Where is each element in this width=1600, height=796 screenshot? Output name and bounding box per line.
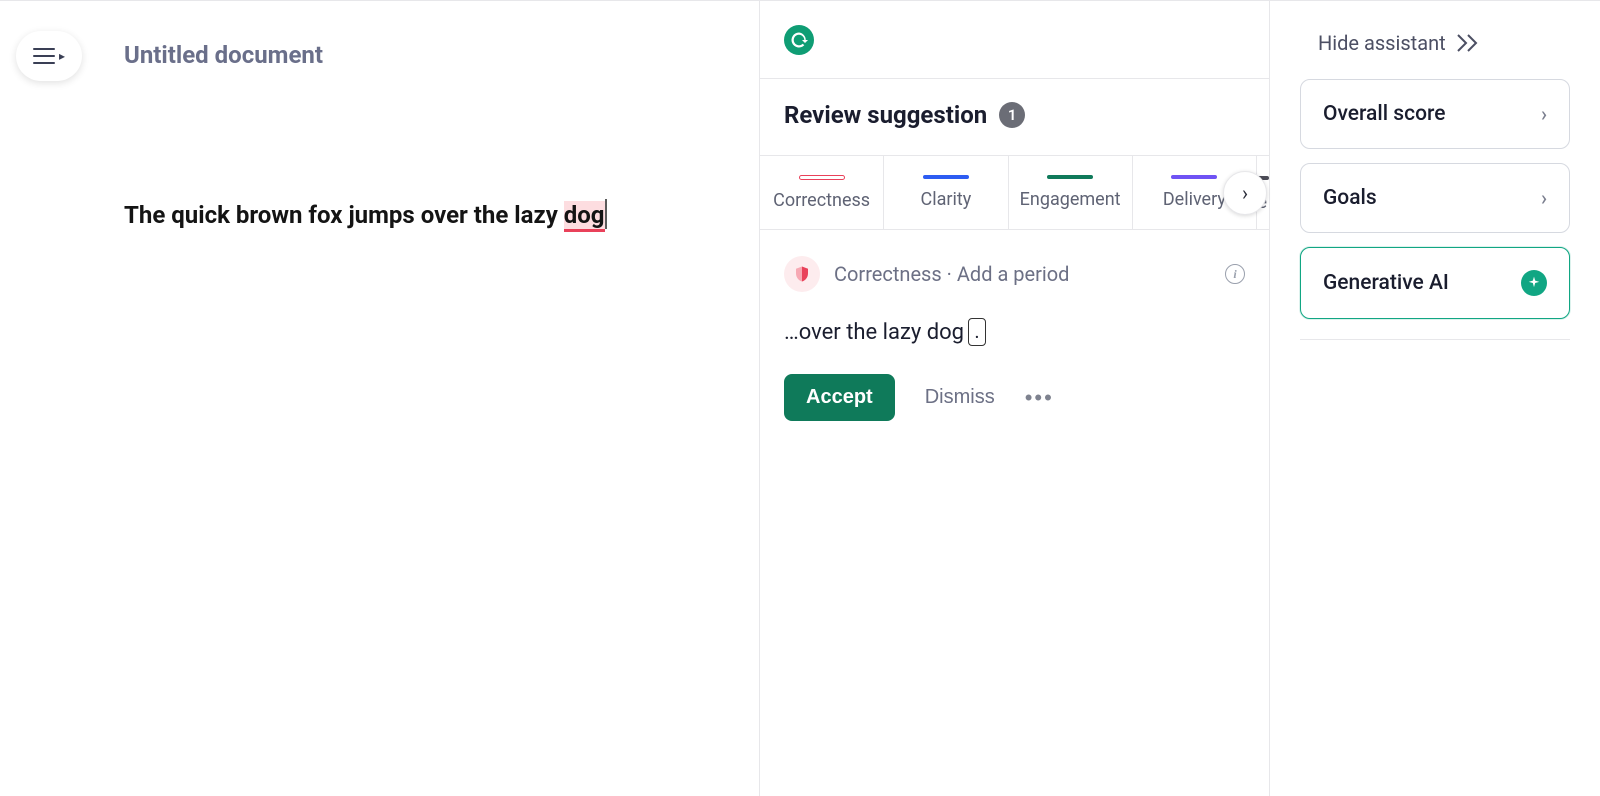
hide-assistant-label: Hide assistant — [1318, 31, 1446, 55]
suggestions-pane: Review suggestion 1 Correctness Clarity … — [760, 1, 1270, 796]
suggestion-category: Correctness · Add a period — [834, 262, 1069, 286]
card-label: Goals — [1323, 186, 1377, 210]
hide-assistant-button[interactable]: Hide assistant — [1300, 31, 1570, 55]
hamburger-icon: ▸ — [33, 48, 65, 64]
info-icon[interactable]: i — [1225, 264, 1245, 284]
assistant-pane: Hide assistant Overall score › Goals › G… — [1270, 1, 1600, 796]
tab-label: Clarity — [920, 189, 971, 210]
tab-label: Engagement — [1020, 189, 1121, 210]
divider — [1300, 339, 1570, 340]
menu-button[interactable]: ▸ — [16, 31, 82, 81]
flagged-text[interactable]: dog — [564, 201, 605, 232]
sparkle-icon — [1521, 270, 1547, 296]
grammarly-logo-icon[interactable] — [784, 25, 814, 55]
card-label: Overall score — [1323, 102, 1445, 126]
preview-text: …over the lazy dog — [784, 320, 964, 345]
overall-score-card[interactable]: Overall score › — [1300, 79, 1570, 149]
tab-label: Delivery — [1163, 189, 1226, 210]
shield-icon — [784, 256, 820, 292]
delivery-bar-icon — [1171, 175, 1217, 179]
chevron-right-icon: › — [1242, 181, 1248, 205]
tabs-scroll-right-button[interactable]: › — [1223, 171, 1267, 215]
chevron-right-icon: › — [1541, 102, 1547, 126]
engagement-bar-icon — [1047, 175, 1093, 179]
generative-ai-card[interactable]: Generative AI — [1300, 247, 1570, 319]
correctness-bar-icon — [799, 175, 845, 180]
suggestion-card: Correctness · Add a period i …over the l… — [760, 230, 1269, 447]
tab-correctness[interactable]: Correctness — [760, 156, 884, 229]
insert-character-box: . — [968, 318, 986, 346]
editor-content[interactable]: The quick brown fox jumps over the lazy … — [124, 191, 679, 240]
clarity-bar-icon — [923, 175, 969, 179]
review-title: Review suggestion — [784, 101, 987, 129]
document-title[interactable]: Untitled document — [124, 41, 323, 69]
category-tabs: Correctness Clarity Engagement Delivery … — [760, 156, 1269, 230]
editor-pane: ▸ Untitled document The quick brown fox … — [0, 1, 760, 796]
editor-text: The quick brown fox jumps over the lazy — [124, 201, 564, 229]
accept-button[interactable]: Accept — [784, 374, 895, 421]
more-options-button[interactable]: ••• — [1025, 385, 1054, 411]
review-header: Review suggestion 1 — [760, 79, 1269, 156]
card-label: Generative AI — [1323, 271, 1449, 295]
suggestion-preview: …over the lazy dog . — [784, 318, 1245, 346]
chevron-right-icon: › — [1541, 186, 1547, 210]
tab-engagement[interactable]: Engagement — [1009, 156, 1133, 229]
brand-row — [760, 1, 1269, 79]
text-cursor — [605, 199, 607, 229]
goals-card[interactable]: Goals › — [1300, 163, 1570, 233]
dismiss-button[interactable]: Dismiss — [925, 386, 995, 409]
double-chevron-right-icon — [1456, 34, 1480, 52]
tab-label: Correctness — [773, 190, 870, 211]
suggestion-count-badge: 1 — [999, 102, 1025, 128]
ellipsis-icon: ••• — [1025, 385, 1054, 410]
tab-clarity[interactable]: Clarity — [884, 156, 1008, 229]
